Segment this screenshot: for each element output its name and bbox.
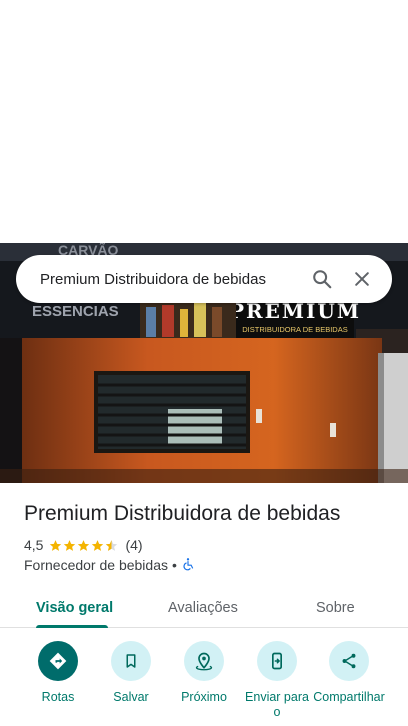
nearby-icon <box>184 641 224 681</box>
send-to-phone-button[interactable]: Enviar para o <box>237 641 317 720</box>
rating-value: 4,5 <box>24 537 44 553</box>
star-icon <box>92 539 104 551</box>
share-button[interactable]: Compartilhar <box>309 641 389 705</box>
search-bar[interactable]: Premium Distribuidora de bebidas <box>16 255 392 303</box>
share-label: Compartilhar <box>313 690 385 704</box>
nearby-label: Próximo <box>181 690 227 704</box>
search-icon[interactable] <box>302 259 342 299</box>
rating-row[interactable]: 4,5 (4) <box>24 536 143 554</box>
close-icon[interactable] <box>342 259 382 299</box>
place-title: Premium Distribuidora de bebidas <box>24 502 341 525</box>
send-to-phone-icon <box>257 641 297 681</box>
place-category: Fornecedor de bebidas <box>24 557 168 573</box>
sign-left: ESSENCIAS <box>32 303 119 320</box>
star-icon <box>50 539 62 551</box>
tab-overview[interactable]: Visão geral <box>36 587 113 628</box>
wheelchair-icon <box>181 557 195 574</box>
sign-brand-sub: DISTRIBUIDORA DE BEBIDAS <box>242 325 347 334</box>
action-bar: Rotas Salvar Próximo Enviar para o Compa… <box>0 641 408 726</box>
tab-bar: Visão geral Avaliações Sobre <box>0 587 408 628</box>
search-input[interactable]: Premium Distribuidora de bebidas <box>40 271 302 288</box>
save-label: Salvar <box>113 690 149 704</box>
directions-label: Rotas <box>41 690 75 704</box>
share-icon <box>329 641 369 681</box>
directions-button[interactable]: Rotas <box>18 641 98 705</box>
star-icon <box>78 539 90 551</box>
separator-dot: • <box>172 557 177 573</box>
star-icon <box>64 539 76 551</box>
save-button[interactable]: Salvar <box>91 641 171 705</box>
review-count[interactable]: (4) <box>125 537 142 553</box>
bookmark-icon <box>111 641 151 681</box>
tab-about[interactable]: Sobre <box>316 587 355 628</box>
active-tab-indicator <box>36 625 108 628</box>
half-star-icon <box>106 539 118 551</box>
place-sheet: Premium Distribuidora de bebidas 4,5 (4)… <box>0 483 408 726</box>
tab-reviews[interactable]: Avaliações <box>168 587 238 628</box>
send-to-phone-label: Enviar para o <box>245 690 309 719</box>
star-rating <box>49 539 119 552</box>
category-row: Fornecedor de bebidas • <box>24 556 195 574</box>
directions-icon <box>38 641 78 681</box>
map-area-blank <box>0 0 408 243</box>
nearby-button[interactable]: Próximo <box>164 641 244 705</box>
